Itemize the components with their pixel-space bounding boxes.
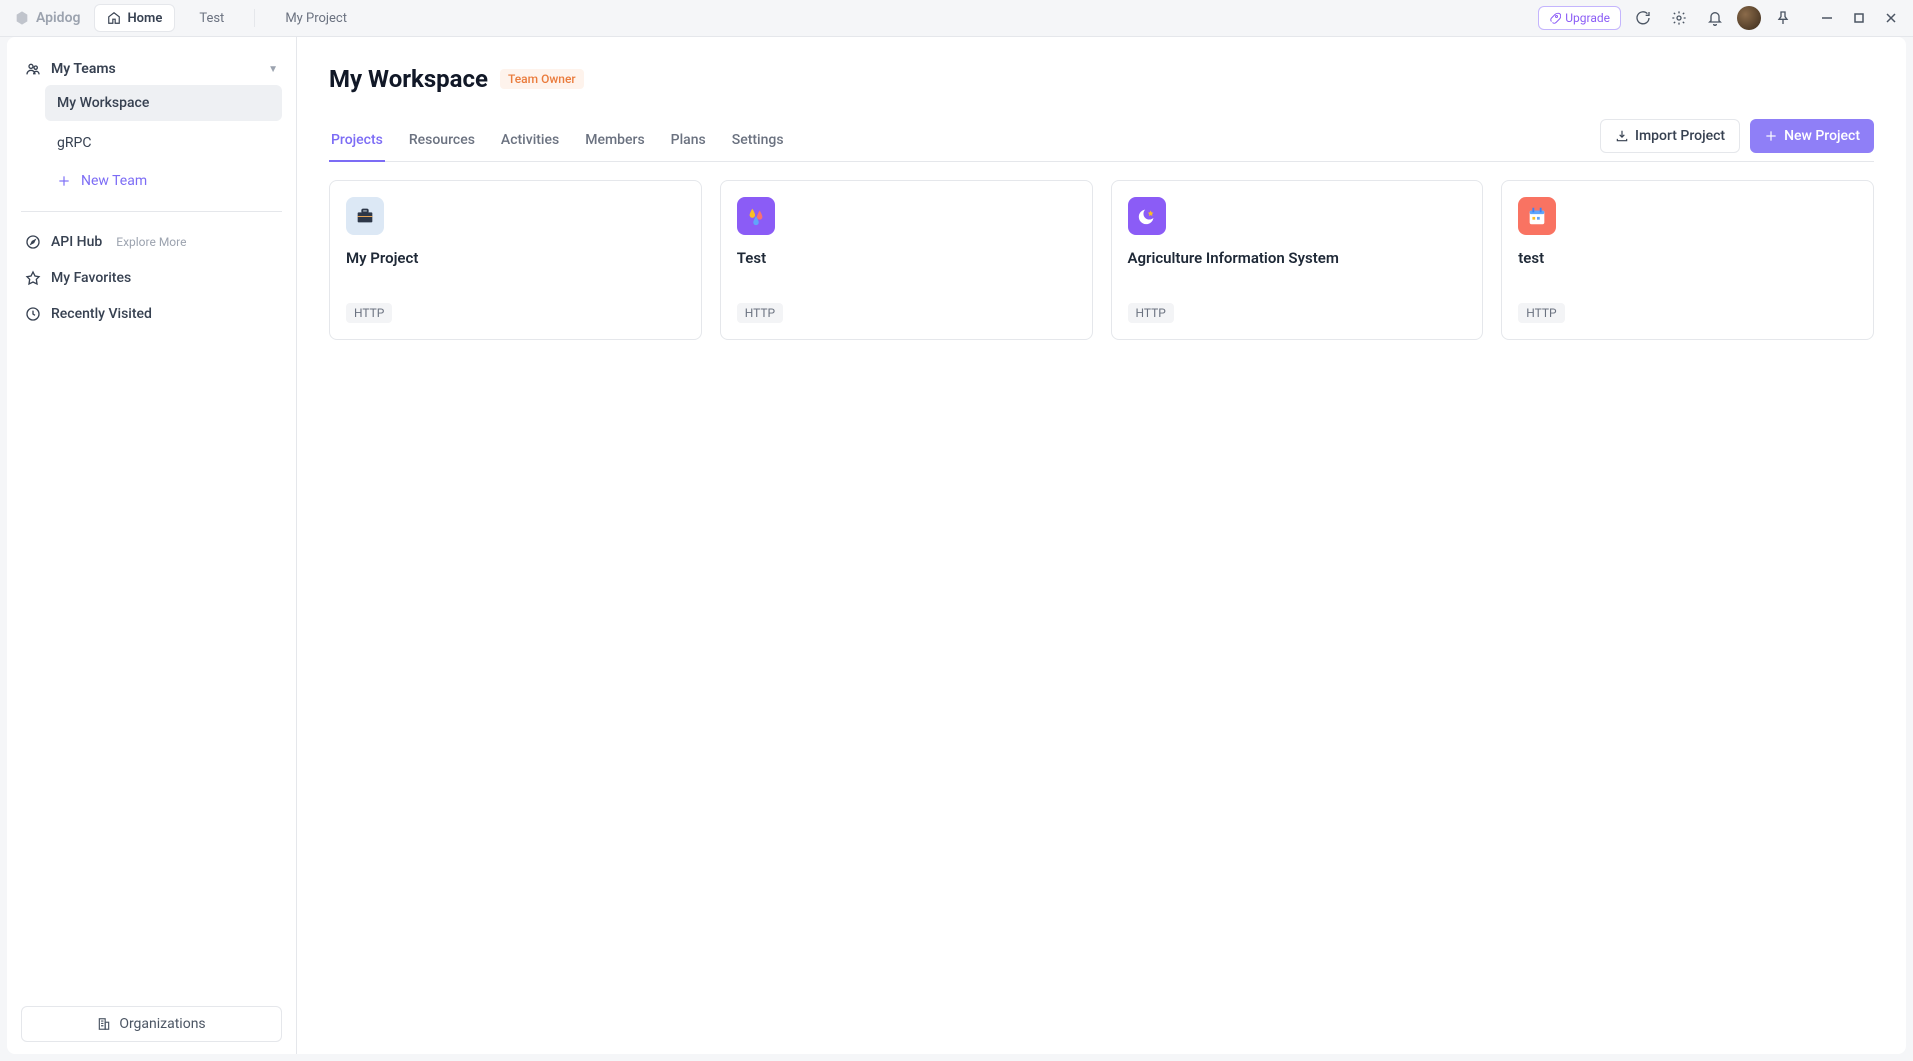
project-card-title: Agriculture Information System: [1128, 249, 1467, 267]
sidebar-team-label: gRPC: [57, 135, 91, 151]
titlebar: Apidog Home Test My Project Upgrade: [0, 0, 1913, 37]
sidebar-team-label: My Workspace: [57, 95, 149, 111]
sidebar-teams-label: My Teams: [51, 61, 116, 77]
project-type-badge: HTTP: [737, 303, 783, 323]
plus-icon: [57, 174, 71, 188]
moon-icon: [1128, 197, 1166, 235]
owner-badge: Team Owner: [500, 69, 584, 89]
tab-test-label: Test: [199, 11, 224, 26]
project-card-title: Test: [737, 249, 1076, 267]
tab-my-project-label: My Project: [285, 11, 347, 26]
plus-icon: [1764, 129, 1778, 143]
compass-icon: [25, 234, 41, 250]
pin-icon: [1775, 10, 1791, 26]
upgrade-label: Upgrade: [1565, 11, 1610, 25]
sidebar-teams-header[interactable]: My Teams ▼: [21, 55, 282, 83]
new-project-button[interactable]: New Project: [1750, 119, 1874, 153]
project-card[interactable]: Test HTTP: [720, 180, 1093, 340]
tabs-container: Projects Resources Activities Members Plans S…: [329, 120, 1600, 161]
chevron-down-icon: ▼: [268, 64, 278, 75]
sidebar-favorites-label: My Favorites: [51, 270, 131, 286]
main-content: My Workspace Team Owner Projects Resource…: [297, 37, 1906, 1054]
close-icon: [1885, 12, 1897, 24]
project-type-badge: HTTP: [346, 303, 392, 323]
app-body: My Teams ▼ My Workspace gRPC New Team AP…: [7, 37, 1906, 1054]
import-project-button[interactable]: Import Project: [1600, 119, 1740, 153]
project-type-badge: HTTP: [1518, 303, 1564, 323]
settings-button[interactable]: [1665, 4, 1693, 32]
project-card[interactable]: Agriculture Information System HTTP: [1111, 180, 1484, 340]
rocket-icon: [1549, 12, 1561, 24]
sidebar-organizations[interactable]: Organizations: [21, 1006, 282, 1042]
building-icon: [97, 1017, 111, 1031]
tabbar: Projects Resources Activities Members Plans S…: [329, 119, 1874, 162]
upgrade-button[interactable]: Upgrade: [1538, 6, 1621, 30]
user-avatar[interactable]: [1737, 6, 1761, 30]
calendar-icon: [1518, 197, 1556, 235]
maximize-icon: [1853, 12, 1865, 24]
tab-home-label: Home: [127, 11, 162, 26]
page-header: My Workspace Team Owner: [329, 65, 1874, 93]
sidebar-recent[interactable]: Recently Visited: [21, 296, 282, 332]
sidebar-api-hub-label: API Hub: [51, 234, 102, 250]
minimize-icon: [1821, 12, 1833, 24]
project-card-title: test: [1518, 249, 1857, 267]
tab-members[interactable]: Members: [583, 120, 646, 162]
sidebar: My Teams ▼ My Workspace gRPC New Team AP…: [7, 37, 297, 1054]
tab-my-project[interactable]: My Project: [269, 4, 363, 32]
notifications-button[interactable]: [1701, 4, 1729, 32]
tab-projects[interactable]: Projects: [329, 120, 385, 162]
window-close[interactable]: [1877, 4, 1905, 32]
brand-name: Apidog: [36, 10, 80, 26]
star-icon: [25, 270, 41, 286]
project-type-badge: HTTP: [1128, 303, 1174, 323]
sidebar-api-hub[interactable]: API Hub Explore More: [21, 224, 282, 260]
new-project-label: New Project: [1784, 128, 1860, 144]
tab-settings[interactable]: Settings: [730, 120, 786, 162]
sidebar-new-team[interactable]: New Team: [45, 163, 282, 199]
drops-icon: [737, 197, 775, 235]
refresh-button[interactable]: [1629, 4, 1657, 32]
sidebar-api-hub-hint: Explore More: [116, 235, 186, 249]
tab-separator: [254, 9, 255, 27]
tab-plans[interactable]: Plans: [669, 120, 708, 162]
briefcase-icon: [346, 197, 384, 235]
tab-resources[interactable]: Resources: [407, 120, 477, 162]
page-title: My Workspace: [329, 65, 488, 93]
home-icon: [107, 11, 121, 25]
window-maximize[interactable]: [1845, 4, 1873, 32]
brand-logo: Apidog: [8, 10, 86, 26]
gear-icon: [1671, 10, 1687, 26]
bell-icon: [1707, 10, 1723, 26]
refresh-icon: [1635, 10, 1651, 26]
projects-grid: My ProjectHTTPTestHTTPAgriculture Inform…: [329, 180, 1874, 340]
tab-home[interactable]: Home: [94, 4, 175, 32]
window-minimize[interactable]: [1813, 4, 1841, 32]
import-label: Import Project: [1635, 128, 1725, 144]
tab-test[interactable]: Test: [183, 4, 240, 32]
teams-icon: [25, 61, 41, 77]
clock-icon: [25, 306, 41, 322]
sidebar-recent-label: Recently Visited: [51, 306, 152, 322]
import-icon: [1615, 129, 1629, 143]
project-card[interactable]: test HTTP: [1501, 180, 1874, 340]
sidebar-team-my-workspace[interactable]: My Workspace: [45, 85, 282, 121]
project-card[interactable]: My Project HTTP: [329, 180, 702, 340]
apidog-logo-icon: [14, 10, 30, 26]
tab-activities[interactable]: Activities: [499, 120, 561, 162]
sidebar-team-grpc[interactable]: gRPC: [45, 125, 282, 161]
sidebar-divider: [21, 211, 282, 212]
sidebar-organizations-label: Organizations: [119, 1016, 205, 1032]
pin-button[interactable]: [1769, 4, 1797, 32]
project-card-title: My Project: [346, 249, 685, 267]
sidebar-favorites[interactable]: My Favorites: [21, 260, 282, 296]
sidebar-new-team-label: New Team: [81, 173, 147, 189]
